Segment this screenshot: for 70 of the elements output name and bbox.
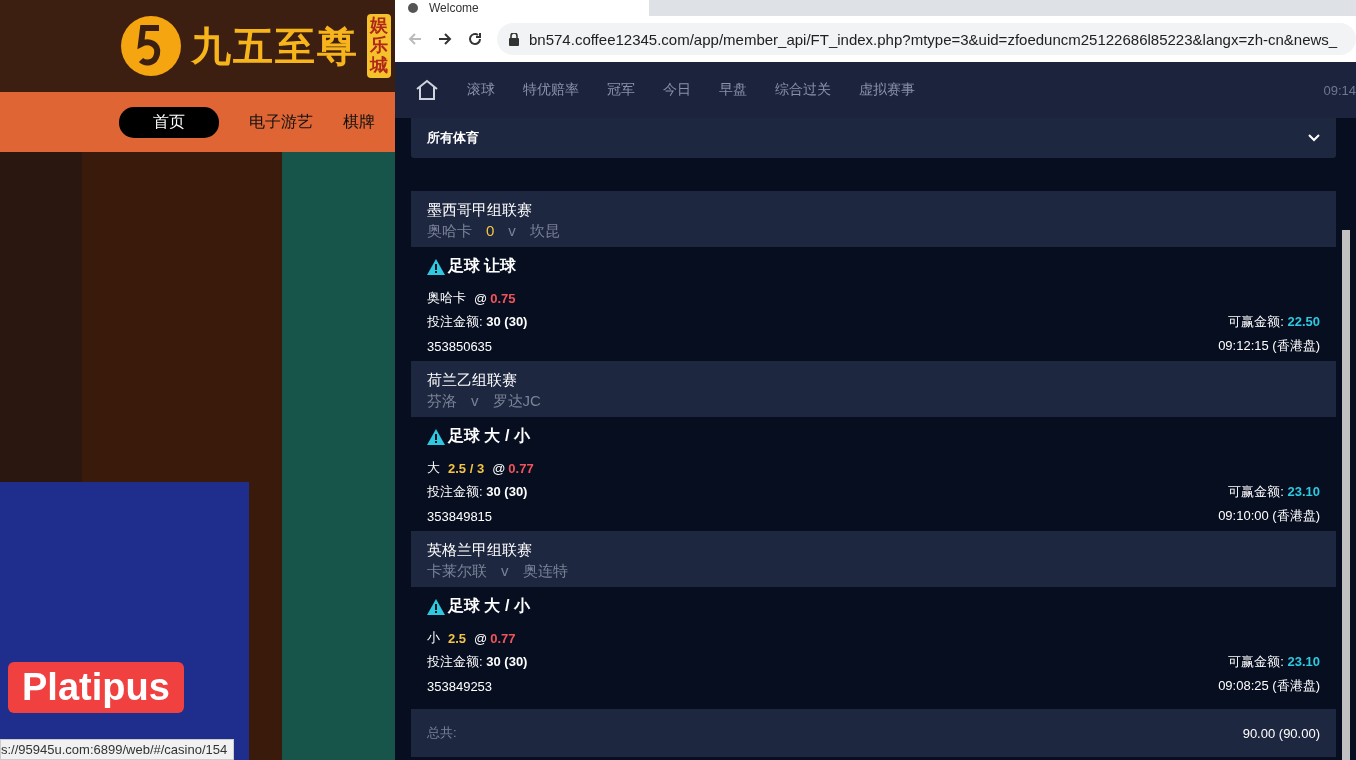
reload-icon[interactable] (467, 31, 483, 47)
bet-market: 足球 大 / 小 (448, 426, 530, 446)
clock-time: 09:14 (1323, 82, 1356, 98)
league-name: 英格兰甲组联赛 (427, 541, 533, 560)
bet-time: 09:12:15 (香港盘) (1218, 337, 1320, 355)
logo-badge: 娱乐城 (367, 14, 391, 78)
stake-text: 投注金额: 30 (30) (427, 313, 528, 331)
lock-icon (509, 32, 519, 46)
stake-text: 投注金额: 30 (30) (427, 653, 528, 671)
bet-odds: 0.77 (490, 630, 516, 646)
at-sign: @ (474, 630, 488, 646)
away-team: 奥连特 (522, 562, 568, 581)
bet-odds: 0.75 (490, 290, 516, 306)
total-amount: 90.00 (90.00) (1242, 725, 1320, 741)
bet-time: 09:08:25 (香港盘) (1218, 677, 1320, 695)
versus-label: v (508, 222, 516, 241)
bet-odds: 0.77 (508, 460, 534, 476)
ticket-number: 353849253 (427, 678, 493, 694)
league-name: 墨西哥甲组联赛 (427, 201, 533, 220)
browser-tab[interactable]: Welcome (395, 0, 649, 16)
nav-tab[interactable]: 虚拟赛事 (859, 81, 915, 99)
home-team: 卡莱尔联 (427, 562, 487, 581)
away-team: 坎昆 (529, 222, 560, 241)
at-sign: @ (474, 290, 488, 306)
home-icon[interactable] (415, 79, 439, 101)
status-url: s://95945u.com:6899/web/#/casino/154 (0, 739, 235, 760)
tab-title: Welcome (429, 1, 479, 15)
bet-market: 足球 让球 (448, 256, 517, 276)
total-label: 总共: (427, 724, 457, 742)
scrollbar-thumb[interactable] (1342, 230, 1350, 760)
bet-pick: 小 (427, 629, 440, 647)
versus-label: v (501, 562, 509, 581)
warning-icon (427, 258, 445, 275)
logo-emblem-icon (119, 14, 183, 78)
bet-pick: 奥哈卡 (427, 289, 466, 307)
nav-link[interactable]: 首页 (119, 106, 219, 138)
nav-tab[interactable]: 特优赔率 (523, 81, 579, 99)
promo-label: Platipus (8, 662, 184, 713)
bet-line: 2.5 (448, 630, 467, 646)
win-text: 可赢金额: 23.10 (1228, 653, 1320, 671)
nav-tab[interactable]: 今日 (663, 81, 691, 99)
away-team: 罗达JC (492, 392, 541, 411)
chevron-down-icon (1308, 134, 1320, 142)
bet-market: 足球 大 / 小 (448, 596, 530, 616)
ticket-number: 353849815 (427, 508, 493, 524)
versus-label: v (471, 392, 479, 411)
home-team: 芬洛 (427, 392, 457, 411)
win-text: 可赢金额: 23.10 (1228, 483, 1320, 501)
warning-icon (427, 598, 445, 615)
stake-text: 投注金额: 30 (30) (427, 483, 528, 501)
home-team: 奥哈卡 (427, 222, 472, 241)
score: 0 (486, 222, 495, 241)
league-name: 荷兰乙组联赛 (427, 371, 518, 390)
forward-arrow-icon[interactable] (437, 31, 453, 47)
logo-text: 九五至尊 (191, 22, 359, 70)
bet-line: 2.5 / 3 (448, 460, 485, 476)
win-text: 可赢金额: 22.50 (1228, 313, 1320, 331)
at-sign: @ (492, 460, 506, 476)
warning-icon (427, 428, 445, 445)
nav-tab[interactable]: 冠军 (607, 81, 635, 99)
nav-link[interactable]: 电子游艺 (249, 106, 313, 138)
bet-time: 09:10:00 (香港盘) (1218, 507, 1320, 525)
bet-pick: 大 (427, 459, 440, 477)
sport-filter-dropdown[interactable]: 所有体育 (411, 118, 1336, 158)
nav-link[interactable]: 棋牌 (343, 106, 375, 138)
address-field[interactable]: bn574.coffee12345.com/app/member_api/FT_index.php?mtype=3&uid=zfoeduncm25122686l85223&langx=zh-cn&news_ (497, 23, 1356, 55)
nav-tab[interactable]: 滚球 (467, 81, 495, 99)
nav-tab[interactable]: 综合过关 (775, 81, 831, 99)
nav-tab[interactable]: 早盘 (719, 81, 747, 99)
ticket-number: 353850635 (427, 338, 493, 354)
